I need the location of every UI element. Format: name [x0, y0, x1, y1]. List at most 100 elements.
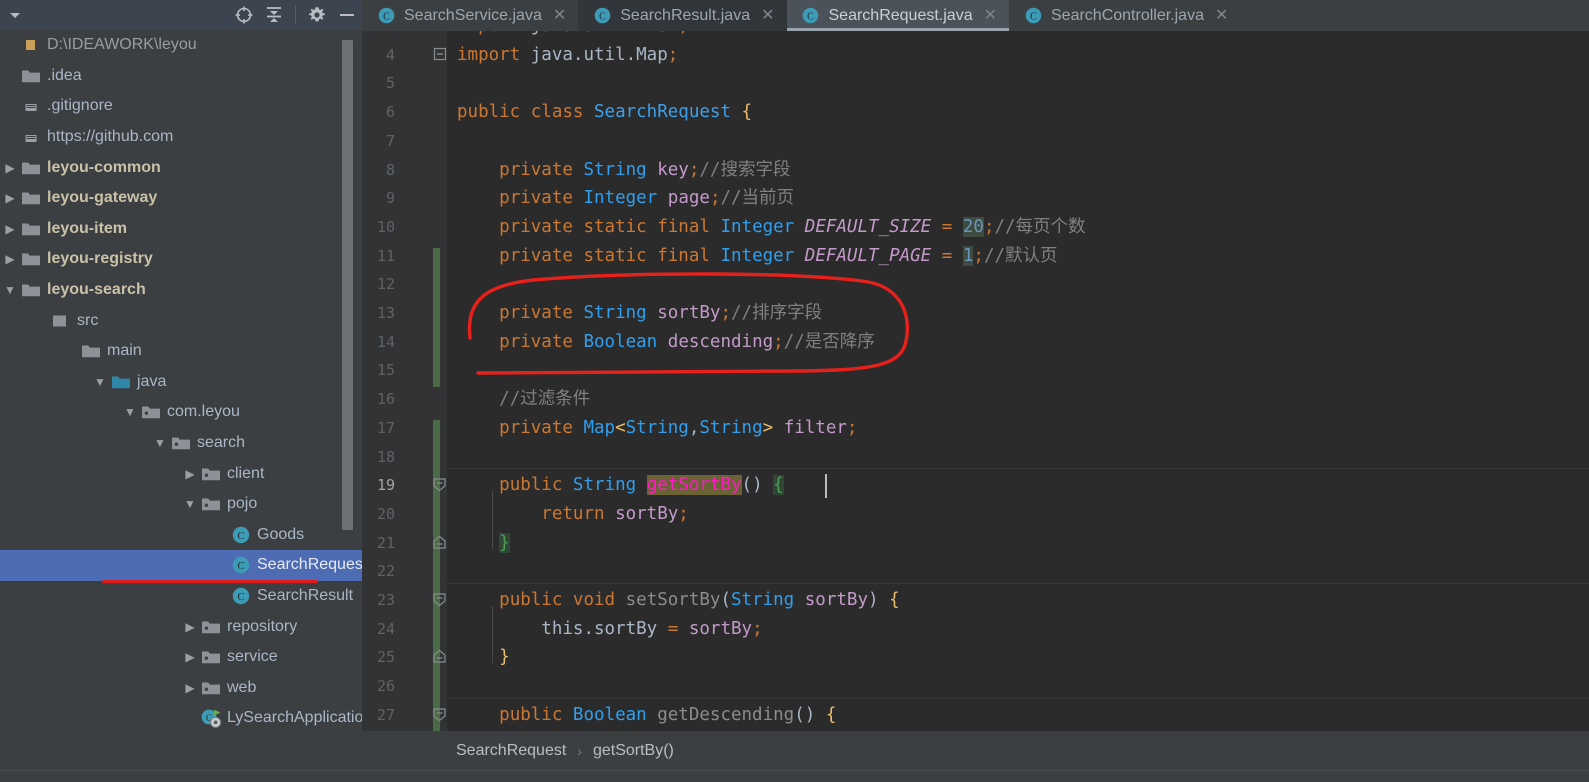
- breadcrumb-member[interactable]: getSortBy(): [593, 742, 674, 760]
- code-line[interactable]: this.sortBy = sortBy;: [457, 615, 1587, 644]
- code-line[interactable]: import java.util.Map;: [457, 41, 1587, 70]
- code-line[interactable]: private String sortBy;//排序字段: [457, 299, 1587, 328]
- fold-collapse-icon[interactable]: [431, 706, 448, 723]
- line-number: 23: [376, 591, 395, 609]
- line-number: 22: [376, 562, 395, 581]
- tree-item-leyou-registry[interactable]: ▶ leyou-registry: [0, 244, 362, 275]
- chevron-right-icon[interactable]: ▶: [180, 650, 200, 664]
- close-icon[interactable]: ✕: [761, 7, 774, 24]
- chevron-right-icon[interactable]: ▶: [0, 222, 20, 236]
- folder-icon: [20, 67, 42, 85]
- chevron-down-icon[interactable]: ▼: [150, 436, 170, 450]
- line-number: 8: [385, 160, 395, 179]
- tree-item-pojo[interactable]: ▼ pojo: [0, 489, 362, 520]
- code-line[interactable]: return sortBy;: [457, 500, 1587, 529]
- file-icon: [20, 98, 42, 114]
- tree-item-service[interactable]: ▶ service: [0, 642, 362, 673]
- code-line[interactable]: [457, 69, 1587, 98]
- chevron-right-icon[interactable]: ▶: [180, 467, 200, 481]
- code-line[interactable]: public String getSortBy() {: [457, 471, 1587, 500]
- editor-gutter[interactable]: 3 4 5 6 7 8 9 10 11 12 13 14 15 16 17 18 19 20 21 22 23 24 25 2…: [362, 31, 447, 731]
- code-line[interactable]: [457, 672, 1587, 701]
- code-line[interactable]: [457, 443, 1587, 472]
- tree-item-repository[interactable]: ▶ repository: [0, 611, 362, 642]
- code-line[interactable]: private String key;//搜索字段: [457, 156, 1587, 185]
- tree-item-com-leyou[interactable]: ▼ com.leyou: [0, 397, 362, 428]
- tree-item-idea[interactable]: .idea: [0, 61, 362, 92]
- tree-item-lysearchapplication[interactable]: C LySearchApplication: [0, 703, 362, 734]
- tree-item-label: Goods: [257, 525, 305, 543]
- tree-item-web[interactable]: ▶ web: [0, 672, 362, 703]
- code-line[interactable]: public class SearchRequest {: [457, 98, 1587, 127]
- gear-icon[interactable]: [302, 2, 332, 28]
- chevron-down-icon[interactable]: ▼: [120, 405, 140, 419]
- locate-target-icon[interactable]: [229, 2, 259, 28]
- code-line[interactable]: public Boolean getDescending() {: [457, 701, 1587, 730]
- code-line[interactable]: }: [457, 529, 1587, 558]
- tree-item-leyou-common[interactable]: ▶ leyou-common: [0, 152, 362, 183]
- chevron-down-icon[interactable]: ▼: [0, 283, 20, 297]
- fold-collapse-icon[interactable]: [431, 46, 448, 63]
- editor-tab-searchcontroller-java[interactable]: C SearchController.java ✕: [1009, 0, 1241, 31]
- chevron-right-icon[interactable]: ▶: [0, 191, 20, 205]
- tree-item-searchresult[interactable]: C SearchResult: [0, 581, 362, 612]
- close-icon[interactable]: ✕: [1215, 7, 1228, 24]
- code-line[interactable]: }: [457, 643, 1587, 672]
- code-line[interactable]: public void setSortBy(String sortBy) {: [457, 586, 1587, 615]
- fold-collapse-icon[interactable]: [431, 591, 448, 608]
- code-line[interactable]: private static final Integer DEFAULT_PAG…: [457, 242, 1587, 271]
- code-line[interactable]: private Integer page;//当前页: [457, 184, 1587, 213]
- chevron-right-icon[interactable]: ▶: [0, 252, 20, 266]
- collapse-all-icon[interactable]: [259, 2, 289, 28]
- tab-label: SearchController.java: [1051, 6, 1204, 24]
- code-line[interactable]: private static final Integer DEFAULT_SIZ…: [457, 213, 1587, 242]
- code-editor[interactable]: 3 4 5 6 7 8 9 10 11 12 13 14 15 16 17 18 19 20 21 22 23 24 25 2…: [362, 31, 1589, 731]
- tree-item-leyou-item[interactable]: ▶ leyou-item: [0, 214, 362, 245]
- editor-tab-searchrequest-java[interactable]: C SearchRequest.java ✕: [786, 0, 1009, 31]
- chevron-down-icon[interactable]: [0, 2, 30, 28]
- tree-item-gitignore[interactable]: .gitignore: [0, 91, 362, 122]
- tree-item-search[interactable]: ▼ search: [0, 428, 362, 459]
- vcs-change-marker: [433, 419, 440, 731]
- tree-item-src[interactable]: src: [0, 305, 362, 336]
- editor-tab-searchservice-java[interactable]: C SearchService.java ✕: [362, 0, 579, 31]
- breadcrumb-class[interactable]: SearchRequest: [456, 742, 566, 760]
- code-line[interactable]: private Map<String,String> filter;: [457, 414, 1587, 443]
- fold-end-icon[interactable]: [431, 648, 448, 665]
- chevron-right-icon[interactable]: ▶: [180, 681, 200, 695]
- close-icon[interactable]: ✕: [984, 7, 997, 24]
- code-line[interactable]: import java.util.List;: [457, 31, 1587, 41]
- fold-end-icon[interactable]: [431, 534, 448, 551]
- code-line[interactable]: [457, 127, 1587, 156]
- tree-item-leyou-gateway[interactable]: ▶ leyou-gateway: [0, 183, 362, 214]
- line-number: 10: [376, 217, 395, 236]
- editor-code-area[interactable]: import java.util.List;import java.util.M…: [447, 31, 1589, 731]
- tree-item-leyou-search[interactable]: ▼ leyou-search: [0, 275, 362, 306]
- project-tree-scroll[interactable]: D:\IDEAWORK\leyou .idea .gitignore https://…: [0, 30, 362, 782]
- editor-tab-searchresult-java[interactable]: C SearchResult.java ✕: [578, 0, 787, 31]
- tree-item-client[interactable]: ▶ client: [0, 458, 362, 489]
- tree-item-label: leyou-item: [47, 219, 128, 237]
- code-line[interactable]: private Boolean descending;//是否降序: [457, 328, 1587, 357]
- chevron-right-icon[interactable]: ▶: [180, 620, 200, 634]
- java-class-icon: C: [1023, 6, 1043, 26]
- chevron-right-icon[interactable]: ▶: [0, 161, 20, 175]
- tree-item-label: leyou-common: [47, 158, 161, 176]
- fold-collapse-icon[interactable]: [431, 476, 448, 493]
- tree-item-https-github-com[interactable]: https://github.com: [0, 122, 362, 153]
- tree-item-d-ideawork-leyou[interactable]: D:\IDEAWORK\leyou: [0, 30, 362, 61]
- tree-item-main[interactable]: main: [0, 336, 362, 367]
- tree-item-goods[interactable]: C Goods: [0, 520, 362, 551]
- project-tree-scrollbar[interactable]: [342, 40, 353, 530]
- chevron-down-icon[interactable]: ▼: [180, 497, 200, 511]
- chevron-down-icon[interactable]: ▼: [90, 375, 110, 389]
- close-icon[interactable]: ✕: [553, 7, 566, 24]
- tree-item-searchrequest[interactable]: C SearchRequest: [0, 550, 362, 583]
- code-line[interactable]: [457, 557, 1587, 586]
- code-line[interactable]: //过滤条件: [457, 385, 1587, 414]
- code-line[interactable]: [457, 270, 1587, 299]
- code-line[interactable]: [457, 356, 1587, 385]
- minimize-icon[interactable]: [332, 2, 362, 28]
- source-root-icon: [110, 373, 132, 391]
- tree-item-java[interactable]: ▼ java: [0, 367, 362, 398]
